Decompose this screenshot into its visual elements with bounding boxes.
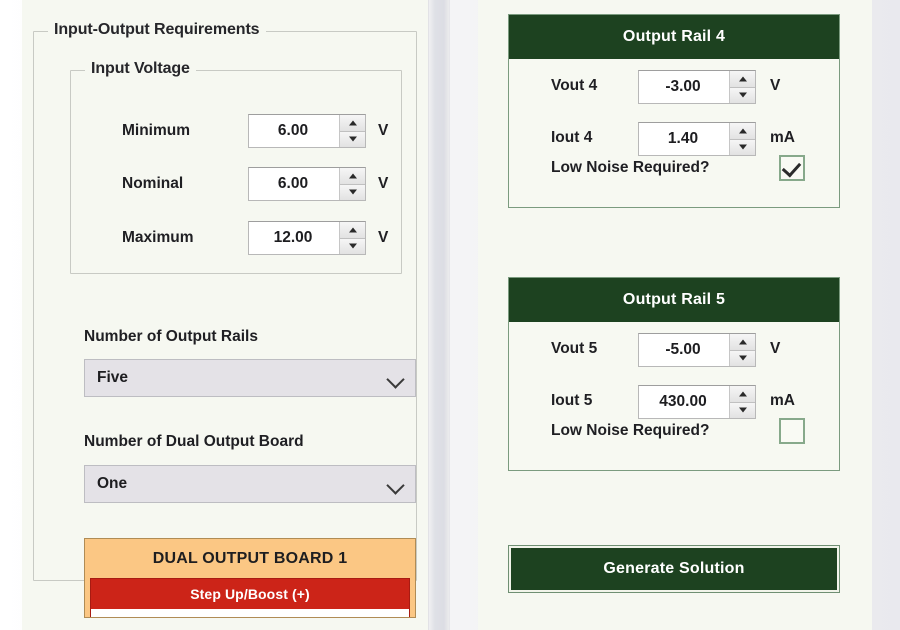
vout-4-label: Vout 4 — [551, 77, 598, 94]
output-rail-5-title: Output Rail 5 — [509, 278, 839, 322]
nominal-voltage-stepper[interactable]: 6.00 — [248, 167, 366, 201]
chevron-down-icon — [387, 373, 405, 384]
dual-output-board-1-mode: Step Up/Boost (+) — [90, 578, 410, 609]
spinner-down-icon[interactable] — [730, 87, 755, 103]
low-noise-5-checkbox[interactable] — [779, 418, 805, 444]
spinner-down-icon[interactable] — [340, 184, 365, 200]
iout-4-spin-buttons[interactable] — [729, 123, 755, 155]
dual-output-board-label: Number of Dual Output Board — [84, 433, 304, 450]
vout-5-spin-buttons[interactable] — [729, 334, 755, 366]
iout-5-label: Iout 5 — [551, 392, 593, 409]
dual-output-board-value: One — [97, 475, 128, 492]
spinner-down-icon[interactable] — [340, 131, 365, 147]
output-rail-4-title: Output Rail 4 — [509, 15, 839, 59]
iout-4-label: Iout 4 — [551, 129, 593, 146]
spinner-up-icon[interactable] — [340, 222, 365, 239]
iout-5-unit: mA — [770, 392, 795, 409]
spinner-down-icon[interactable] — [730, 402, 755, 418]
spinner-down-icon[interactable] — [730, 350, 755, 366]
iout-4-unit: mA — [770, 129, 795, 146]
chevron-down-icon — [387, 479, 405, 490]
spinner-up-icon[interactable] — [730, 123, 755, 140]
spinner-down-icon[interactable] — [340, 238, 365, 254]
vout-5-value[interactable]: -5.00 — [639, 334, 729, 366]
nominal-voltage-spin-buttons[interactable] — [339, 168, 365, 200]
dual-output-board-1-card[interactable]: DUAL OUTPUT BOARD 1 Step Up/Boost (+) — [84, 538, 416, 618]
spinner-down-icon[interactable] — [730, 139, 755, 155]
iout-4-stepper[interactable]: 1.40 — [638, 122, 756, 156]
spinner-up-icon[interactable] — [730, 386, 755, 403]
maximum-label: Maximum — [122, 229, 194, 246]
generate-solution-button[interactable]: Generate Solution — [508, 545, 840, 593]
output-rails-label: Number of Output Rails — [84, 328, 258, 345]
spinner-up-icon[interactable] — [730, 71, 755, 88]
output-rails-value: Five — [97, 369, 129, 386]
generate-solution-label: Generate Solution — [509, 546, 839, 592]
vout-4-stepper[interactable]: -3.00 — [638, 70, 756, 104]
minimum-voltage-spin-buttons[interactable] — [339, 115, 365, 147]
vout-5-label: Vout 5 — [551, 340, 598, 357]
low-noise-4-checkbox[interactable] — [779, 155, 805, 181]
nominal-voltage-value[interactable]: 6.00 — [249, 168, 339, 200]
spinner-up-icon[interactable] — [340, 115, 365, 132]
output-rails-dropdown[interactable]: Five — [84, 359, 416, 397]
low-noise-4-label: Low Noise Required? — [551, 159, 710, 176]
dual-output-board-1-title: DUAL OUTPUT BOARD 1 — [85, 539, 415, 578]
input-voltage-row-minimum: Minimum 6.00 V — [71, 114, 403, 148]
iout-5-stepper[interactable]: 430.00 — [638, 385, 756, 419]
maximum-voltage-value[interactable]: 12.00 — [249, 222, 339, 254]
iout-5-value[interactable]: 430.00 — [639, 386, 729, 418]
nominal-label: Nominal — [122, 175, 184, 192]
maximum-voltage-unit: V — [378, 229, 389, 246]
output-rail-4-card: Output Rail 4 Vout 4 -3.00 V Iout 4 1.40 — [508, 14, 840, 208]
low-noise-5-label: Low Noise Required? — [551, 422, 710, 439]
input-voltage-row-nominal: Nominal 6.00 V — [71, 167, 403, 201]
vout-4-spin-buttons[interactable] — [729, 71, 755, 103]
input-voltage-title: Input Voltage — [85, 60, 196, 78]
vout-4-value[interactable]: -3.00 — [639, 71, 729, 103]
spinner-up-icon[interactable] — [340, 168, 365, 185]
spinner-up-icon[interactable] — [730, 334, 755, 351]
minimum-voltage-stepper[interactable]: 6.00 — [248, 114, 366, 148]
nominal-voltage-unit: V — [378, 175, 389, 192]
minimum-voltage-value[interactable]: 6.00 — [249, 115, 339, 147]
minimum-label: Minimum — [122, 122, 191, 139]
minimum-voltage-unit: V — [378, 122, 389, 139]
right-rails-panel: Output Rail 4 Vout 4 -3.00 V Iout 4 1.40 — [478, 0, 872, 630]
iout-5-spin-buttons[interactable] — [729, 386, 755, 418]
input-voltage-group: Input Voltage Minimum 6.00 V Nominal 6.0… — [70, 60, 403, 274]
input-voltage-row-maximum: Maximum 12.00 V — [71, 221, 403, 255]
output-rail-5-body: Vout 5 -5.00 V Iout 5 430.00 mA Low Nois… — [509, 322, 839, 470]
maximum-voltage-spin-buttons[interactable] — [339, 222, 365, 254]
left-panel-scrollbar[interactable] — [428, 0, 450, 630]
dual-output-board-1-divider — [90, 609, 410, 617]
maximum-voltage-stepper[interactable]: 12.00 — [248, 221, 366, 255]
vout-4-unit: V — [770, 77, 781, 94]
input-output-requirements-title: Input-Output Requirements — [48, 21, 266, 39]
application-window: Input-Output Requirements Input Voltage … — [0, 0, 900, 630]
left-settings-panel: Input-Output Requirements Input Voltage … — [22, 0, 428, 630]
vout-5-unit: V — [770, 340, 781, 357]
vout-5-stepper[interactable]: -5.00 — [638, 333, 756, 367]
output-rail-4-body: Vout 4 -3.00 V Iout 4 1.40 mA Low Noise … — [509, 59, 839, 207]
iout-4-value[interactable]: 1.40 — [639, 123, 729, 155]
dual-output-board-dropdown[interactable]: One — [84, 465, 416, 503]
output-rail-5-card: Output Rail 5 Vout 5 -5.00 V Iout 5 430.… — [508, 277, 840, 471]
